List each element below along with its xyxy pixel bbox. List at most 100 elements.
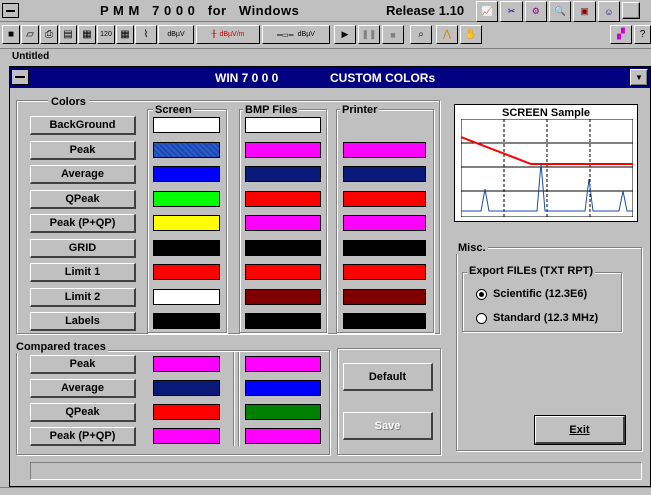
title-button[interactable] (622, 2, 640, 19)
dialog-dropdown-button[interactable]: ▼ (630, 69, 648, 86)
swatch-printer[interactable] (343, 239, 426, 256)
antenna-icon: ╫ (211, 31, 217, 38)
device-icon[interactable]: ▣ (573, 1, 596, 22)
compared-swatch-screen[interactable] (153, 428, 220, 444)
compared-swatch-bmp[interactable] (245, 380, 321, 396)
swatch-printer[interactable] (343, 313, 426, 329)
compared-row-button[interactable]: Peak (30, 355, 136, 374)
swatch-screen[interactable] (153, 313, 220, 329)
unit-dbuv2-button[interactable]: ═▭═ dBµV (262, 25, 330, 44)
probe-icon: ═▭═ (277, 31, 294, 39)
color-row-button[interactable]: Limit 2 (30, 287, 136, 307)
swatch-printer[interactable] (343, 215, 426, 231)
color-palette-icon[interactable]: ▞ (610, 25, 632, 44)
compared-swatch-bmp[interactable] (245, 428, 321, 444)
color-row-button[interactable]: GRID (30, 238, 136, 258)
export-header: Export FILEs (TXT RPT) (467, 265, 596, 277)
play-icon[interactable]: ▶ (334, 25, 356, 44)
swatch-screen[interactable] (153, 239, 220, 256)
help-icon[interactable]: ? (634, 25, 651, 44)
dialog-title-bar: WIN 7 0 0 0 CUSTOM COLORs ▼ (10, 67, 650, 88)
settings-icon[interactable]: ⚙ (524, 1, 547, 22)
swatch-screen[interactable] (153, 141, 220, 158)
unit-dbuvm-label: dBµV/m (219, 31, 245, 38)
zoom-icon[interactable]: ⌕ (410, 25, 432, 44)
swatch-printer[interactable] (343, 141, 426, 158)
table-icon[interactable]: ▦ (116, 25, 134, 44)
unit-dbuvm-button[interactable]: ╫ dBµV/m (196, 25, 260, 44)
swatch-printer[interactable] (343, 288, 426, 305)
tools-icon[interactable]: ✂ (500, 1, 523, 22)
search-icon[interactable]: 🔍 (548, 1, 572, 22)
default-button[interactable]: Default (343, 363, 433, 391)
swatch-printer[interactable] (343, 166, 426, 182)
compared-swatch-screen[interactable] (153, 404, 220, 420)
hand-icon[interactable]: ✋ (460, 25, 482, 44)
marker-icon[interactable]: ⋀ (436, 25, 458, 44)
radio-standard[interactable]: Standard (12.3 MHz) (476, 312, 598, 324)
exit-button[interactable]: Exit (534, 415, 626, 445)
swatch-screen[interactable] (153, 166, 220, 182)
swatch-screen[interactable] (153, 117, 220, 133)
title-icon-group: 📈 ✂ ⚙ 🔍 ▣ ☺ (476, 1, 620, 22)
compared-row-button[interactable]: Average (30, 379, 136, 398)
swatch-bmp[interactable] (245, 117, 321, 133)
color-row-button[interactable]: BackGround (30, 116, 136, 135)
radio-standard-circle[interactable] (476, 312, 487, 324)
compared-swatch-screen[interactable] (153, 356, 220, 372)
color-row-button[interactable]: QPeak (30, 189, 136, 209)
background-window-title: Untitled (12, 51, 50, 59)
open-file-icon[interactable]: ▱ (21, 25, 39, 44)
color-row-button[interactable]: Limit 1 (30, 263, 136, 282)
pause-icon[interactable]: ❚❚ (358, 25, 380, 44)
radio-scientific[interactable]: Scientific (12.3E6) (476, 288, 587, 300)
compared-swatch-screen[interactable] (153, 380, 220, 396)
swatch-bmp[interactable] (245, 264, 321, 280)
chart-icon[interactable]: 📈 (476, 1, 499, 22)
color-row-button[interactable]: Labels (30, 312, 136, 331)
compared-swatch-bmp[interactable] (245, 356, 321, 372)
swatch-printer[interactable] (343, 117, 426, 133)
exit-label: Exit (569, 423, 590, 436)
swatch-printer[interactable] (343, 264, 426, 280)
radio-scientific-label: Scientific (12.3E6) (493, 288, 588, 300)
swatch-screen[interactable] (153, 264, 220, 280)
swatch-screen[interactable] (153, 215, 220, 231)
save-file-icon[interactable]: ■ (2, 25, 20, 44)
screen-column-header: Screen (153, 104, 194, 116)
app-system-menu-icon[interactable] (2, 3, 19, 18)
level-icon[interactable]: 120 (97, 25, 115, 44)
swatch-bmp[interactable] (245, 141, 321, 158)
swatch-bmp[interactable] (245, 215, 321, 231)
swatch-screen[interactable] (153, 288, 220, 305)
color-row-button[interactable]: Peak (30, 140, 136, 160)
graph-icon[interactable]: ⌇ (135, 25, 157, 44)
radio-scientific-circle[interactable] (476, 288, 487, 300)
app-release-text: Release 1.10 (386, 3, 465, 18)
compared-row-button[interactable]: Peak (P+QP) (30, 427, 136, 446)
color-row-button[interactable]: Peak (P+QP) (30, 214, 136, 233)
printer-column-header: Printer (340, 104, 380, 116)
compared-swatch-bmp[interactable] (245, 404, 321, 420)
custom-colors-dialog: WIN 7 0 0 0 CUSTOM COLORs ▼ Colors Scree… (9, 66, 651, 487)
colors-header: Colors (48, 96, 89, 108)
compared-row-button[interactable]: QPeak (30, 403, 136, 422)
user-icon[interactable]: ☺ (597, 1, 620, 22)
swatch-screen[interactable] (153, 190, 220, 207)
color-row-button[interactable]: Average (30, 165, 136, 184)
status-bar (30, 462, 642, 480)
save-button[interactable]: Save (343, 412, 433, 440)
stop-icon[interactable]: ■ (382, 25, 404, 44)
swatch-printer[interactable] (343, 190, 426, 207)
document-icon[interactable]: ▤ (59, 25, 77, 44)
swatch-bmp[interactable] (245, 166, 321, 182)
dialog-system-menu-icon[interactable] (11, 69, 29, 85)
swatch-bmp[interactable] (245, 288, 321, 305)
swatch-bmp[interactable] (245, 190, 321, 207)
compared-divider-2 (238, 352, 240, 446)
unit-dbuv-button[interactable]: dBµV (158, 25, 194, 44)
swatch-bmp[interactable] (245, 239, 321, 256)
swatch-bmp[interactable] (245, 313, 321, 329)
grid-icon[interactable]: ▦ (78, 25, 96, 44)
print-icon[interactable]: ⎙ (40, 25, 58, 44)
